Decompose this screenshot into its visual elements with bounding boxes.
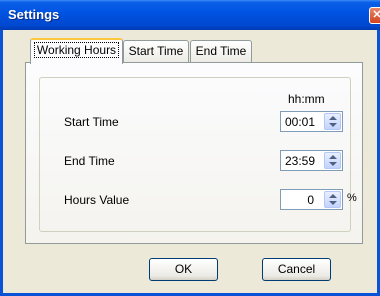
window-title: Settings — [8, 7, 60, 22]
tab-end-time-label: End Time — [195, 44, 247, 58]
cancel-button[interactable]: Cancel — [262, 258, 331, 281]
end-time-value[interactable]: 23:59 — [285, 154, 315, 168]
close-button[interactable]: ✕ — [369, 7, 380, 24]
tab-start-time-label: Start Time — [128, 44, 184, 58]
tab-working-hours[interactable]: Working Hours — [30, 38, 123, 64]
hours-value-value[interactable]: 0 — [307, 193, 314, 207]
close-icon: ✕ — [372, 9, 380, 21]
settings-dialog: Settings ✕ Working Hours Start Time End … — [0, 0, 380, 296]
working-hours-group: hh:mm Start Time 00:01 End Time 23:59 Ho… — [39, 77, 357, 232]
tab-working-hours-label: Working Hours — [33, 42, 120, 58]
hours-value-label: Hours Value — [64, 193, 130, 207]
spinner-arrows-icon[interactable] — [324, 152, 341, 169]
tab-end-time[interactable]: End Time — [190, 40, 252, 62]
start-time-spinner[interactable]: 00:01 — [280, 111, 343, 132]
spinner-arrows-icon[interactable] — [324, 113, 341, 130]
time-format-hint: hh:mm — [288, 92, 325, 106]
ok-button[interactable]: OK — [149, 258, 218, 281]
hours-value-spinner[interactable]: 0 — [280, 189, 343, 210]
tab-start-time[interactable]: Start Time — [123, 40, 189, 62]
end-time-label: End Time — [64, 154, 115, 168]
end-time-spinner[interactable]: 23:59 — [280, 150, 343, 171]
tab-panel: hh:mm Start Time 00:01 End Time 23:59 Ho… — [25, 62, 363, 244]
spinner-arrows-icon[interactable] — [324, 191, 341, 208]
title-bar[interactable]: Settings ✕ — [0, 0, 380, 30]
start-time-value[interactable]: 00:01 — [285, 115, 315, 129]
start-time-label: Start Time — [64, 115, 119, 129]
percent-unit: % — [347, 192, 357, 204]
